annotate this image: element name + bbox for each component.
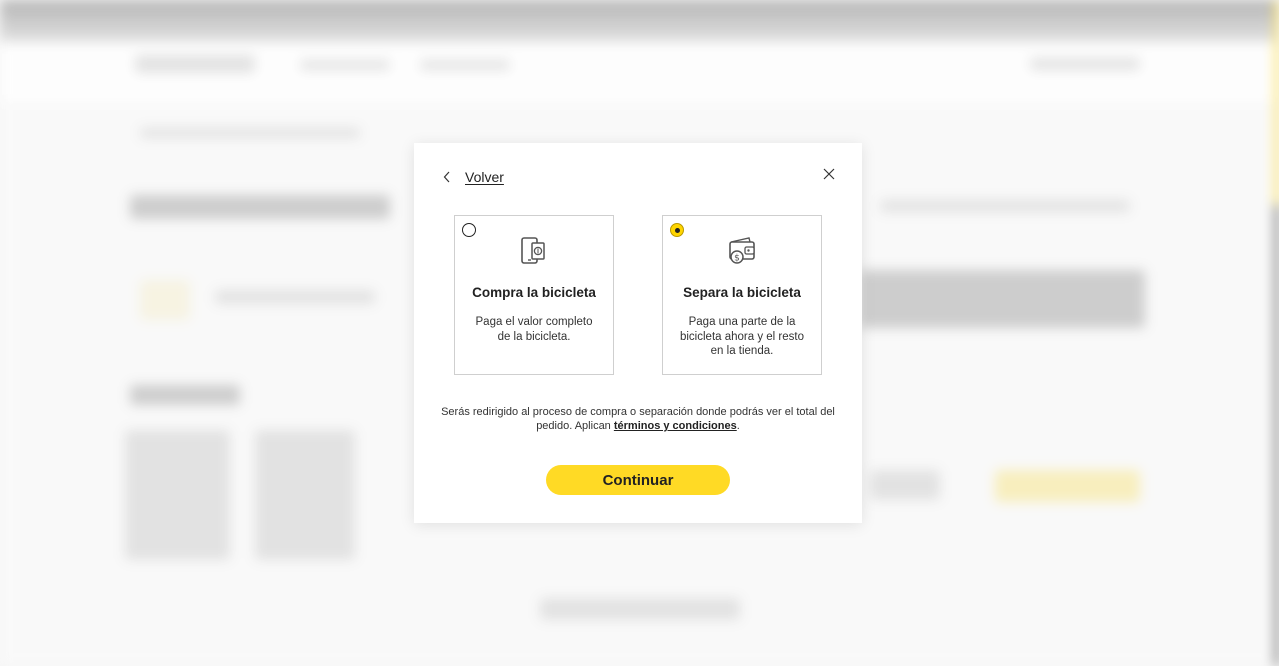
- continue-button[interactable]: Continuar: [546, 465, 730, 495]
- chevron-left-icon: [443, 171, 450, 183]
- notice-end: .: [736, 420, 740, 432]
- option-title: Separa la bicicleta: [683, 285, 801, 300]
- option-card-reserve[interactable]: $ Separa la bicicleta Paga una parte de …: [662, 215, 822, 375]
- phone-payment-icon: [521, 237, 545, 264]
- option-description: Paga el valor completo de la bicicleta.: [475, 316, 593, 343]
- svg-text:$: $: [734, 254, 740, 264]
- back-button[interactable]: Volver: [442, 167, 504, 187]
- radio-buy[interactable]: [462, 223, 476, 237]
- terms-link[interactable]: términos y condiciones: [614, 420, 737, 432]
- purchase-option-modal: Volver Compra la bicicleta Paga el valor…: [414, 143, 862, 523]
- option-title: Compra la bicicleta: [472, 285, 596, 300]
- wallet-coin-icon: $: [729, 237, 755, 264]
- option-description: Paga una parte de la bicicleta ahora y e…: [679, 316, 804, 357]
- option-card-buy[interactable]: Compra la bicicleta Paga el valor comple…: [454, 215, 614, 375]
- radio-reserve[interactable]: [670, 223, 684, 237]
- close-icon[interactable]: [822, 167, 836, 181]
- redirect-notice: Serás redirigido al proceso de compra o …: [436, 405, 840, 433]
- back-label: Volver: [465, 169, 504, 185]
